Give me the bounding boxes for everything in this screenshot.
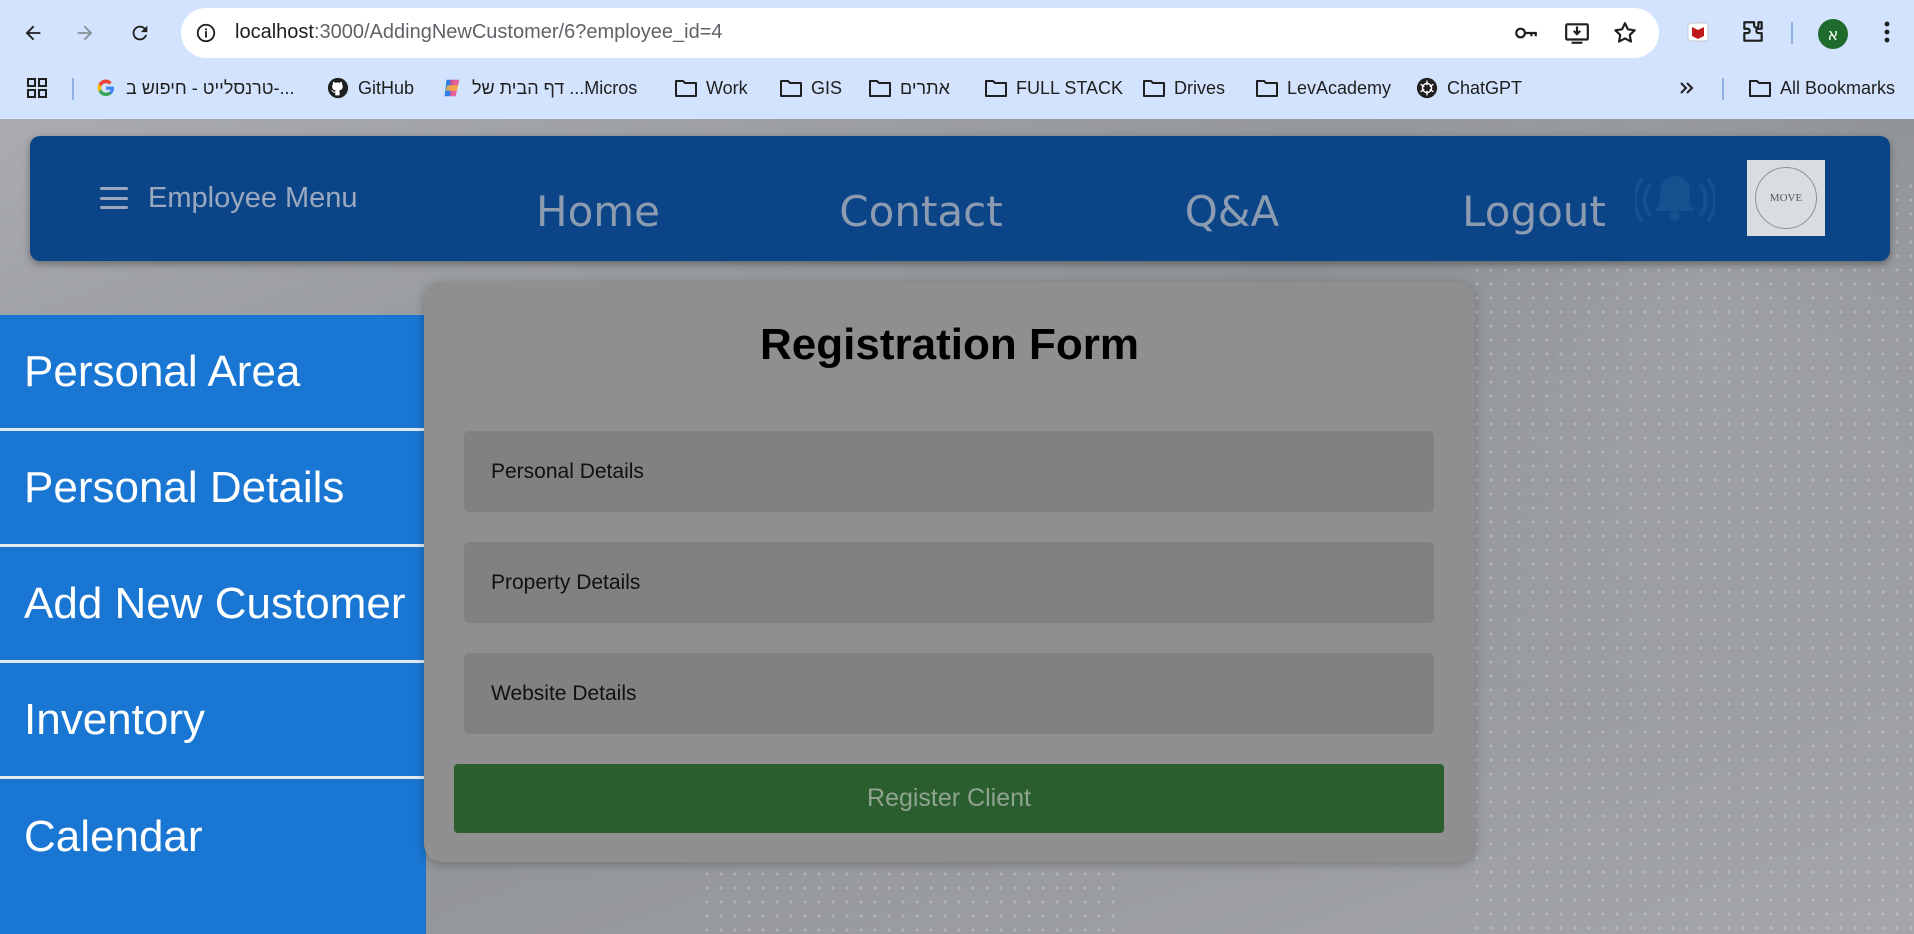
sidebar-item-calendar[interactable]: Calendar [0,779,426,895]
folder-icon [1143,77,1165,99]
back-button[interactable] [14,14,52,52]
bookmark-label: GitHub [358,77,415,98]
bookmark-folder[interactable]: GIS [780,74,842,102]
github-icon [327,77,349,99]
sidebar-item-label: Inventory [24,694,205,744]
site-header: Employee Menu Home Contact Q&A Logout MO… [30,136,1890,261]
folder-icon [985,77,1007,99]
bookmarks-bar: טרנסלייט - חיפוש ב-... GitHub דף הבית של… [0,66,1914,110]
url-text[interactable]: localhost:3000/AddingNewCustomer/6?emplo… [235,21,723,44]
bookmark-folder[interactable]: Drives [1143,74,1225,102]
bookmark-label: ChatGPT [1447,77,1523,98]
google-icon [95,77,117,99]
logo-emblem: MOVE [1755,167,1817,229]
url-host: localhost [235,21,314,43]
bookmark-item[interactable]: GitHub [327,74,414,102]
reload-icon [132,25,148,41]
more-bookmarks-chevron-icon[interactable] [1678,74,1696,102]
copilot-icon [441,77,463,99]
bookmark-folder[interactable]: אתרים [869,74,950,102]
company-logo[interactable]: MOVE [1747,160,1825,236]
bookmark-label: Drives [1174,77,1226,98]
logo-text: MOVE [1769,192,1803,204]
reload-button[interactable] [121,14,159,52]
sidebar-item-personal-area[interactable]: Personal Area [0,315,426,431]
bookmark-folder[interactable]: Work [675,74,748,102]
extensions-puzzle-icon[interactable] [1738,17,1768,47]
sidebar-item-inventory[interactable]: Inventory [0,663,426,779]
section-website-details[interactable]: Website Details [464,653,1434,734]
sidebar-item-label: Add New Customer [24,578,406,628]
arrow-right-icon [77,25,93,41]
more-menu-icon[interactable] [1872,17,1902,47]
bookmark-item[interactable]: ChatGPT [1416,74,1522,102]
bookmark-label: GIS [811,77,843,98]
url-path: :3000/AddingNewCustomer/6?employee_id=4 [313,21,723,43]
bookmark-folder[interactable]: FULL STACK [985,74,1123,102]
folder-icon [1749,77,1771,99]
browser-chrome: localhost:3000/AddingNewCustomer/6?emplo… [0,0,1914,119]
bookmark-label: Work [706,77,748,98]
folder-icon [1256,77,1278,99]
forward-button[interactable] [66,14,104,52]
sidebar-item-label: Personal Details [24,462,345,512]
section-property-details[interactable]: Property Details [464,542,1434,623]
arrow-left-icon [25,25,41,41]
register-client-button[interactable]: Register Client [454,764,1444,833]
employee-menu-toggle[interactable]: Employee Menu [100,176,358,220]
folder-icon [869,77,891,99]
install-app-icon[interactable] [1564,20,1590,46]
registration-form-card: Registration Form Personal Details Prope… [424,282,1475,862]
nav-logout[interactable]: Logout [1462,191,1606,233]
bookmark-item[interactable]: דף הבית של ...Micros [441,74,637,102]
sidebar-item-personal-details[interactable]: Personal Details [0,431,426,547]
bookmark-label: FULL STACK [1016,77,1124,98]
profile-avatar[interactable]: א [1818,19,1848,49]
nav-home[interactable]: Home [536,191,660,233]
sidebar-item-label: Personal Area [24,346,301,396]
sidebar: Personal Area Personal Details Add New C… [0,315,426,934]
sidebar-item-label: Calendar [24,812,203,861]
bookmarks-divider [72,78,74,100]
all-bookmarks-folder[interactable]: All Bookmarks [1749,74,1895,102]
page-content: Employee Menu Home Contact Q&A Logout MO… [0,119,1914,934]
browser-toolbar: localhost:3000/AddingNewCustomer/6?emplo… [0,0,1914,66]
toolbar-divider [1791,22,1793,44]
site-info-icon[interactable] [193,20,219,46]
bookmarks-divider [1722,78,1724,100]
bookmark-item[interactable]: טרנסלייט - חיפוש ב-... [95,74,295,102]
key-icon[interactable] [1513,20,1539,46]
apps-grid-icon[interactable] [26,74,48,102]
bookmark-label: LevAcademy [1287,77,1392,98]
section-personal-details[interactable]: Personal Details [464,431,1434,512]
bookmark-label: דף הבית של ...Micros [472,77,638,98]
bookmark-star-icon[interactable] [1612,20,1638,46]
notification-bell-icon[interactable] [1632,172,1718,228]
bookmark-label: אתרים [900,77,950,98]
hamburger-icon [100,187,128,209]
chatgpt-icon [1416,77,1438,99]
sidebar-item-add-new-customer[interactable]: Add New Customer [0,547,426,663]
mcafee-extension-icon[interactable] [1683,17,1713,47]
background-pattern [1470,179,1914,934]
bookmark-folder[interactable]: LevAcademy [1256,74,1391,102]
bookmark-label: טרנסלייט - חיפוש ב-... [126,77,295,98]
folder-icon [780,77,802,99]
form-title: Registration Form [760,320,1139,369]
all-bookmarks-label: All Bookmarks [1780,77,1896,98]
nav-qa[interactable]: Q&A [1185,191,1280,233]
folder-icon [675,77,697,99]
address-bar[interactable]: localhost:3000/AddingNewCustomer/6?emplo… [181,8,1659,58]
employee-menu-label: Employee Menu [148,181,358,214]
nav-contact[interactable]: Contact [839,191,1002,233]
